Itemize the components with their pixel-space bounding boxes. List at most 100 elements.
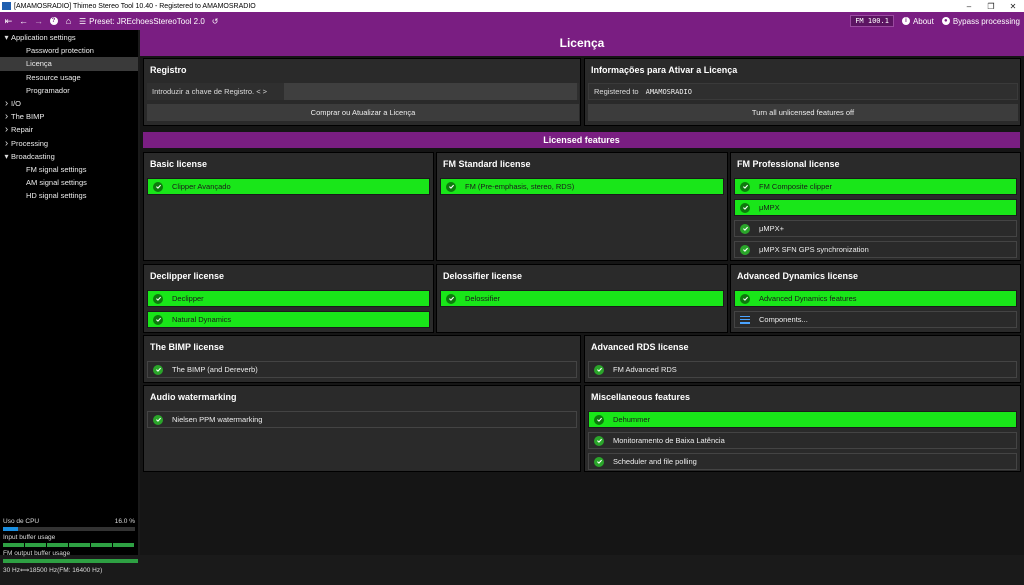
feature-row[interactable]: μMPX SFN GPS synchronization [734, 241, 1017, 258]
about-label: About [912, 16, 934, 26]
license-header: FM Standard license [443, 159, 531, 169]
maximize-button[interactable]: ❐ [980, 2, 1002, 11]
feature-label: μMPX [759, 203, 780, 212]
check-icon [740, 223, 750, 234]
sidebar-item-label: AM signal settings [26, 178, 87, 188]
feature-row[interactable]: Advanced Dynamics features [734, 290, 1017, 307]
forward-arrow-icon[interactable]: → [32, 14, 45, 28]
check-icon [740, 181, 750, 192]
license-header: Delossifier license [443, 271, 523, 281]
sidebar-item-licen-a[interactable]: Licença [0, 57, 138, 71]
sidebar-item-the-bimp[interactable]: › The BIMP [0, 110, 138, 123]
sidebar-item-hd-signal-settings[interactable]: HD signal settings [0, 189, 138, 202]
feature-row[interactable]: Scheduler and file polling [588, 453, 1017, 470]
registration-key-label: Introduzir a chave de Registro. < > [152, 87, 268, 96]
sidebar-item-label: FM signal settings [26, 164, 87, 174]
fm-frequency-display[interactable]: FM 100.1 [850, 15, 894, 27]
feature-row[interactable]: Dehummer [588, 411, 1017, 428]
feature-row[interactable]: μMPX [734, 199, 1017, 216]
feature-row[interactable]: μMPX+ [734, 220, 1017, 237]
sidebar-item-password-protection[interactable]: Password protection [0, 44, 138, 57]
feature-row[interactable]: FM (Pre-emphasis, stereo, RDS) [440, 178, 724, 195]
main-content: Licença Registro Introduzir a chave de R… [140, 30, 1024, 555]
registration-key-input[interactable] [284, 83, 577, 100]
back-arrow-icon[interactable]: ← [17, 14, 30, 28]
window-controls: – ❐ ✕ [958, 2, 1024, 11]
sidebar-item-broadcasting[interactable]: ▾ Broadcasting [0, 150, 138, 163]
minimize-button[interactable]: – [958, 2, 980, 11]
sidebar-item-am-signal-settings[interactable]: AM signal settings [0, 176, 138, 189]
feature-row[interactable]: Delossifier [440, 290, 724, 307]
feature-row[interactable]: Clipper Avançado [147, 178, 430, 195]
registro-panel: Registro Introduzir a chave de Registro.… [143, 58, 581, 126]
turn-off-unlicensed-button[interactable]: Turn all unlicensed features off [588, 104, 1018, 121]
chevron-right-icon[interactable]: › [2, 111, 11, 122]
sidebar-item-processing[interactable]: › Processing [0, 137, 138, 150]
license-header: Declipper license [150, 271, 225, 281]
feature-label: FM (Pre-emphasis, stereo, RDS) [465, 182, 575, 191]
check-icon [153, 314, 163, 325]
sidebar-item-label: Password protection [26, 46, 94, 56]
preset-label: Preset: JREchoesStereoTool 2.0 [89, 16, 205, 26]
status-panel: Uso de CPU 16.0 % Input buffer usage FM o… [0, 516, 138, 585]
feature-label: Clipper Avançado [172, 182, 231, 191]
first-icon[interactable]: ⇤ [2, 14, 15, 28]
registro-header: Registro [150, 65, 187, 75]
preset-selector[interactable]: ☰ Preset: JREchoesStereoTool 2.0 ↺ [79, 17, 219, 26]
license-info-header: Informações para Ativar a Licença [591, 65, 738, 75]
advanced-rds-license-panel: Advanced RDS license FM Advanced RDS [584, 335, 1021, 383]
bypass-processing-button[interactable]: ● Bypass processing [941, 16, 1020, 26]
feature-row[interactable]: Nielsen PPM watermarking [147, 411, 577, 428]
cpu-bar [3, 527, 135, 531]
basic-license-panel: Basic license Clipper Avançado [143, 152, 434, 261]
feature-row[interactable]: Declipper [147, 290, 430, 307]
info-icon: i [901, 17, 910, 25]
feature-label: μMPX SFN GPS synchronization [759, 245, 869, 254]
feature-row[interactable]: FM Advanced RDS [588, 361, 1017, 378]
chevron-right-icon[interactable]: › [2, 124, 11, 135]
home-icon[interactable]: ⌂ [62, 14, 75, 28]
sidebar-item-i-o[interactable]: › I/O [0, 97, 138, 110]
sidebar-item-label: The BIMP [11, 112, 45, 122]
check-icon [740, 202, 750, 213]
feature-row[interactable]: FM Composite clipper [734, 178, 1017, 195]
sidebar-item-repair[interactable]: › Repair [0, 123, 138, 136]
help-icon[interactable]: ? [47, 14, 60, 28]
chevron-down-icon[interactable]: ▾ [2, 152, 11, 161]
window-title: [AMAMOSRADIO] Thimeo Stereo Tool 10.40 -… [14, 2, 256, 10]
components-button[interactable]: Components... [734, 311, 1017, 328]
sidebar-item-label: Licença [26, 59, 52, 69]
close-button[interactable]: ✕ [1002, 2, 1024, 11]
license-header: Audio watermarking [150, 392, 237, 402]
feature-label: Declipper [172, 294, 204, 303]
license-header: Miscellaneous features [591, 392, 691, 402]
feature-row[interactable]: The BIMP (and Dereverb) [147, 361, 577, 378]
bypass-label: Bypass processing [952, 16, 1020, 26]
sidebar-item-application-settings[interactable]: ▾ Application settings [0, 31, 138, 44]
buy-upgrade-license-button[interactable]: Comprar ou Atualizar a Licença [147, 104, 579, 121]
sidebar-item-fm-signal-settings[interactable]: FM signal settings [0, 163, 138, 176]
cpu-label: Uso de CPU [3, 517, 40, 525]
license-header: Advanced Dynamics license [737, 271, 859, 281]
feature-label: The BIMP (and Dereverb) [172, 365, 258, 374]
frequency-range-text: 30 Hz⟺18500 Hz(FM: 16400 Hz) [3, 567, 103, 574]
about-button[interactable]: i About [901, 16, 934, 26]
chevron-right-icon[interactable]: › [2, 98, 11, 109]
feature-row[interactable]: Monitoramento de Baixa Latência [588, 432, 1017, 449]
check-icon [153, 293, 163, 304]
registered-to-label: Registered to [594, 87, 639, 96]
sidebar-item-programador[interactable]: Programador [0, 84, 138, 97]
sidebar-item-label: HD signal settings [26, 191, 87, 201]
feature-label: Monitoramento de Baixa Latência [613, 436, 725, 445]
declipper-license-panel: Declipper license Declipper Natural Dynami… [143, 264, 434, 333]
feature-label: FM Composite clipper [759, 182, 832, 191]
sidebar-item-resource-usage[interactable]: Resource usage [0, 71, 138, 84]
undo-icon[interactable]: ↺ [212, 17, 219, 26]
chevron-right-icon[interactable]: › [2, 138, 11, 149]
app-logo-icon [2, 2, 11, 10]
chevron-down-icon[interactable]: ▾ [2, 33, 11, 42]
check-icon [153, 181, 163, 192]
feature-label: Advanced Dynamics features [759, 294, 857, 303]
feature-row[interactable]: Natural Dynamics [147, 311, 430, 328]
check-icon [594, 435, 604, 446]
